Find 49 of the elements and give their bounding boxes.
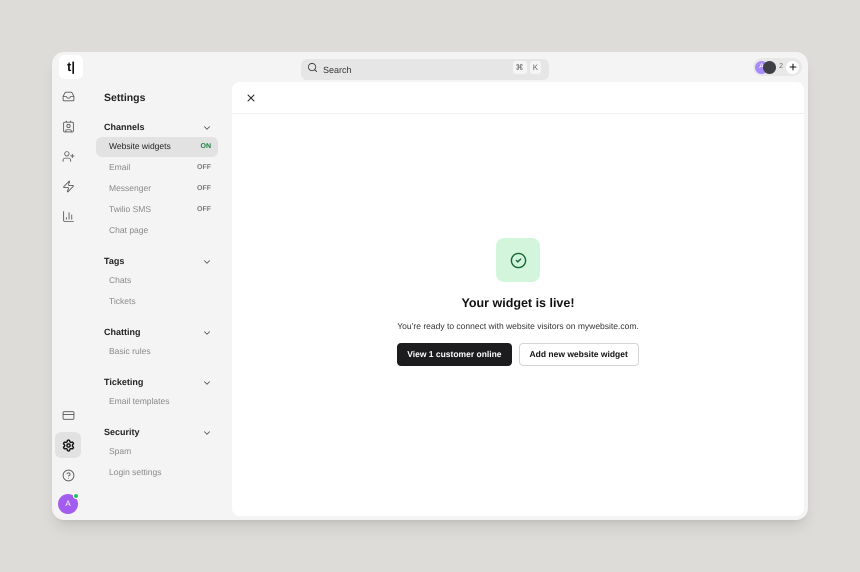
- section-title: Security: [104, 426, 140, 439]
- settings-item[interactable]: Chat page: [96, 220, 218, 241]
- item-label: Twilio SMS: [109, 203, 152, 216]
- card-icon: [62, 408, 74, 422]
- section-header[interactable]: Channels: [96, 120, 218, 136]
- search-icon: [307, 62, 318, 72]
- logo: t|: [59, 55, 83, 79]
- primary-button[interactable]: View 1 customer online: [397, 342, 512, 366]
- bar-chart-icon: [62, 210, 74, 222]
- rail-button[interactable]: [55, 432, 81, 458]
- settings-title: Settings: [104, 91, 146, 106]
- item-label: Email templates: [109, 395, 170, 408]
- settings-item[interactable]: Email templates: [96, 392, 218, 412]
- success-heading: Your widget is live!: [462, 295, 574, 312]
- item-label: Email: [109, 161, 130, 174]
- section-title: Channels: [104, 121, 145, 134]
- settings-item[interactable]: Basic rules: [96, 342, 218, 362]
- item-label: Messenger: [109, 182, 152, 196]
- item-label: Spam: [109, 445, 132, 458]
- plus-icon: [788, 62, 798, 72]
- user-avatar[interactable]: A: [58, 494, 78, 514]
- item-label: Chat page: [109, 224, 148, 238]
- section-header[interactable]: Chatting: [96, 324, 218, 341]
- success-message: You’re ready to connect with website visitors on mywebsite.com.: [397, 320, 639, 332]
- settings-item[interactable]: Spam: [96, 442, 218, 462]
- settings-item[interactable]: Chats: [96, 270, 218, 291]
- settings-item[interactable]: Login settings: [96, 462, 218, 483]
- item-label: Tickets: [109, 295, 136, 308]
- contact-card-icon: [62, 120, 74, 132]
- section-header[interactable]: Ticketing: [96, 374, 218, 391]
- help-icon: [62, 468, 74, 482]
- settings-icon: [62, 438, 74, 452]
- lightning-icon: [62, 180, 74, 192]
- section-header[interactable]: Security: [96, 424, 218, 441]
- inbox-icon: [62, 90, 74, 102]
- section-header[interactable]: Tags: [96, 254, 218, 270]
- section-title: Ticketing: [104, 376, 144, 389]
- settings-item[interactable]: Tickets: [96, 292, 218, 312]
- item-label: Website widgets: [109, 140, 171, 154]
- add-button[interactable]: [786, 60, 799, 74]
- section-title: Tags: [104, 255, 124, 268]
- item-label: Chats: [109, 274, 132, 288]
- section-title: Chatting: [104, 326, 140, 339]
- user-plus-icon: [62, 150, 74, 162]
- secondary-button[interactable]: Add new website widget: [518, 342, 639, 366]
- check-circle-icon: [510, 252, 526, 268]
- close-icon: [245, 92, 257, 104]
- item-label: Basic rules: [109, 345, 151, 358]
- item-label: Login settings: [109, 466, 162, 480]
